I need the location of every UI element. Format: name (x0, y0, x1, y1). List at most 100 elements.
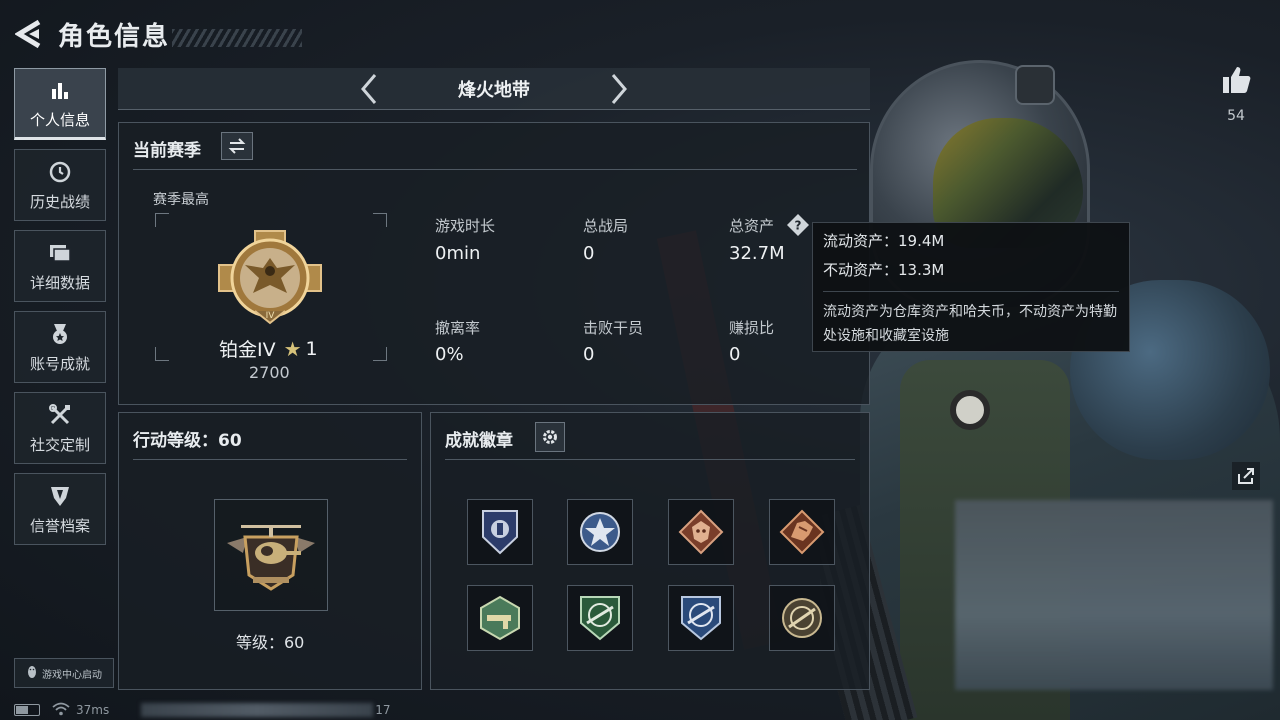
achievement-badge[interactable] (668, 585, 734, 651)
stat-value-kills: 0 (583, 344, 595, 365)
wifi-icon (52, 702, 70, 719)
blue-shield-badge-icon (482, 510, 518, 555)
action-level-panel: 行动等级：60 等级：60 (118, 412, 422, 690)
next-mode-button[interactable] (599, 69, 639, 109)
status-bar: 37ms 17 (14, 700, 391, 720)
tooltip-divider (823, 291, 1119, 292)
divider (445, 459, 855, 460)
season-panel: 当前赛季 赛季最高 IV 铂金IV ★ 1 2700 游戏时长 0min 总战局… (118, 122, 870, 405)
sidebar-item-personal-info[interactable]: 个人信息 (14, 68, 106, 140)
sidebar: 个人信息 历史战绩 详细数据 账号成就 社交定制 信誉档案 (14, 68, 106, 554)
achievement-badge[interactable] (769, 585, 835, 651)
season-best-label: 赛季最高 (153, 192, 209, 208)
switch-season-button[interactable] (221, 132, 253, 160)
sidebar-item-label: 账号成就 (29, 354, 90, 373)
star-roundel-badge-icon (580, 512, 620, 552)
ping-text: 37ms (76, 703, 110, 717)
stat-value-assets: 32.7M (729, 243, 785, 264)
badge-settings-button[interactable] (535, 422, 565, 452)
divider (133, 169, 857, 170)
page-title: 角色信息 (58, 21, 171, 52)
game-center-launch-button[interactable]: 游戏中心启动 (14, 658, 114, 688)
page-header: 角色信息 (14, 14, 303, 54)
share-button[interactable] (1232, 462, 1260, 490)
blurred-player-id (141, 703, 374, 717)
liquid-assets: 流动资产：19.4M (823, 232, 945, 250)
stat-value-matches: 0 (583, 243, 595, 264)
blurred-region (955, 500, 1273, 690)
penguin-icon (26, 665, 38, 682)
sidebar-item-details[interactable]: 详细数据 (14, 230, 106, 302)
svg-text:IV: IV (266, 311, 276, 321)
dragon-bronze-badge-icon (779, 509, 825, 555)
sidebar-item-label: 社交定制 (29, 435, 90, 454)
fixed-assets: 不动资产：13.3M (823, 261, 945, 279)
stat-value-playtime: 0min (435, 243, 481, 264)
platinum-rank-emblem-icon: IV (215, 223, 325, 337)
achievement-badges-panel: 成就徽章 (430, 412, 870, 690)
rank-name: 铂金IV ★ 1 (219, 335, 318, 362)
rifle-green-badge-icon (580, 596, 620, 641)
rifle-gold-badge-icon (782, 598, 822, 638)
sidebar-item-label: 详细数据 (29, 273, 90, 292)
sidebar-item-history[interactable]: 历史战绩 (14, 149, 106, 221)
achievement-badge[interactable] (567, 585, 633, 651)
prev-mode-button[interactable] (349, 69, 389, 109)
achievement-badge[interactable] (567, 499, 633, 565)
sidebar-item-label: 个人信息 (29, 110, 90, 129)
star-icon: ★ (283, 336, 302, 361)
chevron-left-icon (361, 73, 377, 104)
rifle-blue-badge-icon (681, 596, 721, 641)
gear-icon (543, 430, 557, 444)
stat-label-profit-ratio: 赚损比 (729, 319, 775, 337)
stat-label-playtime: 游戏时长 (435, 217, 496, 235)
level-badge[interactable] (214, 499, 328, 611)
stat-label-matches: 总战局 (583, 217, 629, 235)
mode-title: 烽火地带 (458, 79, 530, 101)
svg-text:?: ? (795, 219, 802, 233)
divider (133, 459, 407, 460)
bar-chart-icon (49, 77, 71, 103)
like-widget[interactable]: 54 (1214, 64, 1258, 124)
stat-value-extract-rate: 0% (435, 344, 464, 365)
assets-tooltip: 流动资产：19.4M 不动资产：13.3M 流动资产为仓库资产和哈夫币，不动资产… (812, 222, 1130, 352)
shield-icon (49, 483, 71, 509)
stat-label-assets: 总资产 (729, 217, 775, 235)
mode-selector: 烽火地带 (118, 68, 870, 110)
thumbs-up-icon (1223, 67, 1251, 93)
back-arrow-icon[interactable] (14, 18, 44, 50)
achievement-badge[interactable] (467, 499, 533, 565)
beast-bronze-badge-icon (678, 509, 724, 555)
chevron-right-icon (611, 73, 627, 104)
achievement-badge[interactable] (769, 499, 835, 565)
level-title: 行动等级：60 (133, 431, 242, 451)
like-count: 54 (1227, 108, 1245, 124)
share-icon (1238, 468, 1254, 484)
stat-label-extract-rate: 撤离率 (435, 319, 481, 337)
achievement-badge[interactable] (467, 585, 533, 651)
rank-stars: 1 (305, 337, 318, 360)
sidebar-item-credit[interactable]: 信誉档案 (14, 473, 106, 545)
title-decoration (172, 29, 303, 47)
fps-text: 17 (375, 703, 391, 717)
season-title: 当前赛季 (133, 141, 201, 161)
launch-label: 游戏中心启动 (42, 669, 102, 681)
sidebar-item-achievements[interactable]: 账号成就 (14, 311, 106, 383)
assets-description: 流动资产为仓库资产和哈夫币，不动资产为特勤处设施和收藏室设施 (823, 304, 1117, 344)
badges-title: 成就徽章 (445, 431, 513, 451)
rank-name-text: 铂金IV (219, 339, 276, 361)
rank-score: 2700 (249, 363, 290, 382)
helicopter-badge-icon (227, 525, 315, 591)
stat-label-kills: 击败干员 (583, 319, 644, 337)
stat-value-profit-ratio: 0 (729, 344, 741, 365)
history-icon (48, 159, 72, 185)
folder-icon (48, 240, 72, 266)
sidebar-item-label: 历史战绩 (29, 192, 90, 211)
sidebar-item-label: 信誉档案 (29, 516, 90, 535)
tools-icon (48, 402, 72, 428)
achievement-badge[interactable] (668, 499, 734, 565)
battery-icon (14, 704, 40, 716)
medal-icon (49, 321, 71, 347)
help-icon[interactable]: ? (786, 213, 810, 237)
sidebar-item-social[interactable]: 社交定制 (14, 392, 106, 464)
